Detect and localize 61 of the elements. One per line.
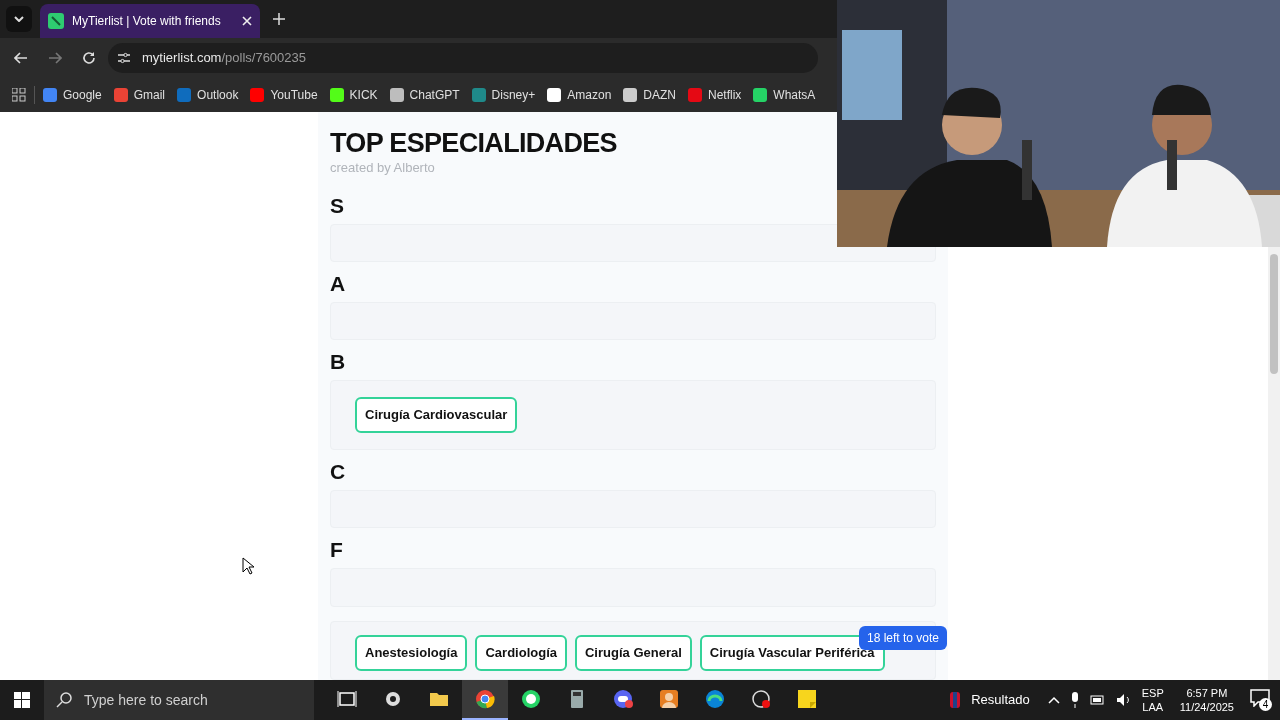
address-bar[interactable]: mytierlist.com/polls/7600235 [108, 43, 818, 73]
task-view-icon [337, 689, 357, 709]
notification-count: 4 [1259, 698, 1272, 711]
avatar-icon [659, 689, 679, 709]
new-tab-icon[interactable] [272, 12, 286, 26]
tier-label: A [330, 271, 347, 296]
caret-icon [14, 16, 24, 22]
bookmark[interactable]: YouTube [250, 86, 318, 104]
url-text: mytierlist.com/polls/7600235 [142, 49, 307, 68]
bookmark[interactable]: DAZN [623, 86, 676, 104]
bookmark[interactable]: Amazon [547, 86, 612, 104]
battery-icon[interactable] [1089, 694, 1106, 706]
tier-label: C [330, 459, 347, 484]
tier-label: S [330, 193, 345, 218]
search-icon [56, 692, 72, 708]
bookmark[interactable]: KICK [329, 86, 378, 104]
language-indicator[interactable]: ESP LAA [1141, 686, 1164, 714]
browser-tab[interactable]: MyTierlist | Vote with friends [40, 4, 260, 38]
taskbar-app-button[interactable] [462, 680, 508, 720]
mouse-cursor-icon [242, 557, 254, 575]
bookmark[interactable]: ChatGPT [389, 86, 460, 104]
page-title: TOP ESPECIALIDADES [330, 128, 618, 158]
votes-left-badge: 18 left to vote [858, 625, 947, 650]
windows-start-icon[interactable] [14, 692, 30, 708]
chevron-up-icon[interactable] [1047, 696, 1060, 704]
microphone-icon[interactable] [1069, 692, 1080, 708]
gear-icon [383, 689, 403, 709]
bookmark[interactable]: Gmail [113, 86, 166, 104]
weather-text: Resultado [971, 691, 1030, 710]
sports-logo-icon [949, 691, 962, 709]
close-icon[interactable] [242, 16, 252, 26]
speaker-icon[interactable] [1115, 693, 1132, 707]
chrome-icon [475, 689, 495, 709]
notification-icon[interactable] [1250, 689, 1270, 707]
clock[interactable]: 6:57 PM 11/24/2025 [1179, 686, 1234, 714]
back-arrow-icon[interactable] [14, 52, 28, 64]
tab-list-button[interactable] [6, 6, 32, 32]
site-settings-icon[interactable] [116, 51, 132, 65]
reload-icon[interactable] [82, 51, 96, 65]
forward-arrow-icon[interactable] [48, 52, 62, 64]
tier-label: B [330, 350, 347, 375]
bookmark[interactable]: WhatsA [753, 86, 816, 104]
bookmark[interactable]: Google [43, 86, 102, 104]
pool-item-chip[interactable]: Anestesiología [355, 635, 468, 672]
bookmark[interactable]: Netflix [688, 86, 742, 104]
tab-title: MyTierlist | Vote with friends [72, 13, 222, 30]
sticky-note-icon [797, 689, 817, 709]
site-favicon-icon [48, 13, 64, 29]
pool-item-chip[interactable]: Cardiología [475, 635, 567, 672]
browser-swirl-icon [705, 689, 725, 709]
bookmark[interactable]: Disney+ [471, 86, 536, 104]
tier-label: F [330, 538, 344, 563]
search-field[interactable]: Type here to search [44, 680, 314, 720]
pool-item-chip[interactable]: Cirugía General [575, 635, 692, 672]
apps-grid-icon[interactable] [12, 88, 26, 102]
creator-text: created by Alberto [330, 159, 436, 177]
record-icon [751, 689, 771, 709]
search-placeholder: Type here to search [84, 690, 208, 710]
scrollbar-thumb[interactable] [1270, 254, 1278, 374]
bookmark[interactable]: Outlook [177, 86, 239, 104]
tier-item-chip[interactable]: Cirugía Cardiovascular [355, 397, 518, 433]
